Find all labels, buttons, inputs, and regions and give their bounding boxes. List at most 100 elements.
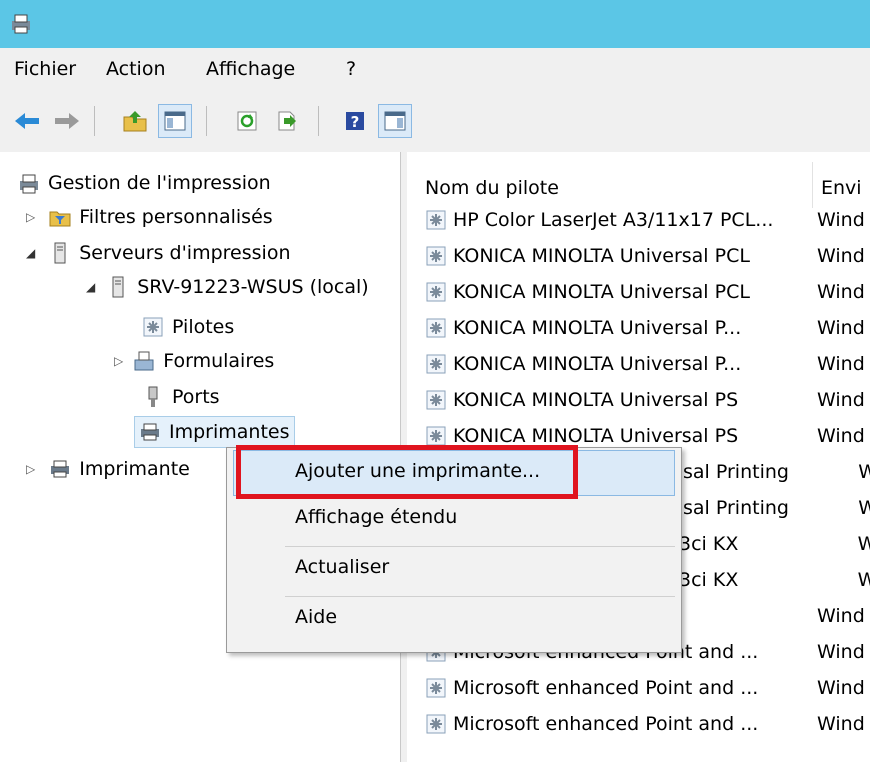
highlight-annotation-box xyxy=(236,445,578,499)
list-item[interactable]: KONICA MINOLTA Universal PCL Wind xyxy=(425,238,870,274)
driver-icon xyxy=(425,317,447,339)
list-item[interactable]: KONICA MINOLTA Universal PS Wind xyxy=(425,382,870,418)
column-header-environment[interactable]: Envi xyxy=(821,170,862,206)
port-icon xyxy=(148,386,158,407)
tree-item-server[interactable]: ◢ SRV-91223-WSUS (local) xyxy=(86,270,369,304)
server-icon xyxy=(54,242,66,264)
environment-cell: Wind xyxy=(817,353,865,375)
tree-label: Formulaires xyxy=(163,350,275,372)
tree-label: Imprimante xyxy=(79,458,190,480)
list-item[interactable]: HP Color LaserJet A3/11x17 PCL... Wind xyxy=(425,202,870,238)
environment-cell: Wind xyxy=(817,641,865,663)
driver-icon xyxy=(425,353,447,375)
print-management-icon xyxy=(20,174,38,194)
menu-separator xyxy=(285,546,675,547)
driver-icon xyxy=(143,317,163,337)
driver-name-text: KONICA MINOLTA Universal PCL xyxy=(453,245,750,267)
driver-name-cell: Microsoft enhanced Point and ... xyxy=(425,713,817,735)
up-folder-icon[interactable] xyxy=(118,104,152,138)
driver-name-text: Microsoft enhanced Point and ... xyxy=(453,713,759,735)
forward-icon[interactable] xyxy=(50,104,84,138)
collapse-arrow-icon[interactable]: ◢ xyxy=(26,246,35,260)
tree-label: Serveurs d'impression xyxy=(79,242,291,264)
driver-name-cell: KONICA MINOLTA Universal PCL xyxy=(425,245,817,267)
export-icon[interactable] xyxy=(270,104,304,138)
toolbar-separator xyxy=(206,106,207,136)
list-item[interactable]: Microsoft enhanced Point and ... Wind xyxy=(425,706,870,742)
environment-cell: Wind xyxy=(858,461,870,483)
list-item[interactable]: KONICA MINOLTA Universal P... Wind xyxy=(425,310,870,346)
driver-name-text: KONICA MINOLTA Universal PS xyxy=(453,389,739,411)
driver-name-text: Microsoft enhanced Point and ... xyxy=(453,677,759,699)
refresh-icon[interactable] xyxy=(230,104,264,138)
menu-separator xyxy=(285,596,675,597)
tree-item-root[interactable]: Gestion de l'impression xyxy=(18,166,271,200)
tree-item-forms[interactable]: ▷ Formulaires xyxy=(114,344,274,378)
menu-item-extended-view[interactable]: Affichage étendu xyxy=(295,506,457,528)
driver-name-text: HP Color LaserJet A3/11x17 PCL... xyxy=(453,209,774,231)
driver-name-text: sal Printing xyxy=(683,497,789,519)
back-icon[interactable] xyxy=(10,104,44,138)
environment-cell: Wind xyxy=(817,677,865,699)
menu-help[interactable]: ? xyxy=(346,58,356,80)
menu-affichage[interactable]: Affichage xyxy=(206,58,295,80)
driver-name-text: 3ci KX xyxy=(679,533,739,555)
collapse-arrow-icon[interactable]: ◢ xyxy=(86,280,95,294)
environment-cell: Wind xyxy=(817,389,865,411)
tree-label: Ports xyxy=(172,386,220,408)
driver-name-cell: KONICA MINOLTA Universal PCL xyxy=(425,281,817,303)
expand-arrow-icon[interactable]: ▷ xyxy=(26,210,35,224)
tree-label: SRV-91223-WSUS (local) xyxy=(137,276,369,298)
printer-icon xyxy=(141,423,159,441)
driver-name-text: 3ci KX xyxy=(679,569,739,591)
title-bar xyxy=(0,0,870,48)
show-tree-icon[interactable] xyxy=(158,104,192,138)
driver-name-text: KONICA MINOLTA Universal P... xyxy=(453,353,742,375)
toolbar-separator xyxy=(318,106,319,136)
driver-name-cell: KONICA MINOLTA Universal PS xyxy=(425,389,817,411)
svg-text:?: ? xyxy=(351,113,360,131)
tree-item-printers[interactable]: Imprimantes xyxy=(134,416,295,448)
environment-cell: Wind xyxy=(817,245,865,267)
menu-item-help[interactable]: Aide xyxy=(295,606,337,628)
list-item[interactable]: KONICA MINOLTA Universal P... Wind xyxy=(425,346,870,382)
menu-fichier[interactable]: Fichier xyxy=(14,58,76,80)
tree-item-filters[interactable]: ▷ Filtres personnalisés xyxy=(26,200,273,234)
menu-item-refresh[interactable]: Actualiser xyxy=(295,556,389,578)
toolbar-separator xyxy=(94,106,95,136)
printer-icon xyxy=(51,460,70,478)
environment-cell: Wind xyxy=(858,497,870,519)
driver-name-text: KONICA MINOLTA Universal PCL xyxy=(453,281,750,303)
environment-cell: Wind xyxy=(817,713,865,735)
tree-item-drivers[interactable]: Pilotes xyxy=(142,310,234,344)
driver-icon xyxy=(425,209,447,231)
driver-icon xyxy=(425,677,447,699)
driver-icon xyxy=(425,425,447,447)
list-item[interactable]: KONICA MINOLTA Universal PCL Wind xyxy=(425,274,870,310)
driver-icon xyxy=(425,713,447,735)
column-header-driver-name[interactable]: Nom du pilote xyxy=(425,170,559,206)
menu-bar: Fichier Action Affichage ? xyxy=(0,48,870,94)
expand-arrow-icon[interactable]: ▷ xyxy=(26,462,35,476)
expand-arrow-icon[interactable]: ▷ xyxy=(114,354,123,368)
help-icon[interactable]: ? xyxy=(338,104,372,138)
driver-icon xyxy=(425,281,447,303)
toolbar: ? xyxy=(0,94,870,153)
tree-item-deployed-printers[interactable]: ▷ Imprimante xyxy=(26,452,190,486)
print-management-app-icon xyxy=(12,14,30,34)
forms-icon xyxy=(134,351,154,371)
driver-name-text: sal Printing xyxy=(683,461,789,483)
driver-name-cell: Microsoft enhanced Point and ... xyxy=(425,677,817,699)
driver-name-text: KONICA MINOLTA Universal PS xyxy=(453,425,739,447)
server-icon xyxy=(112,276,124,298)
environment-cell: Wind xyxy=(857,533,870,555)
driver-name-text: KONICA MINOLTA Universal P... xyxy=(453,317,742,339)
list-item[interactable]: Microsoft enhanced Point and ... Wind xyxy=(425,670,870,706)
tree-item-ports[interactable]: Ports xyxy=(142,380,220,414)
environment-cell: Wind xyxy=(817,425,865,447)
driver-name-cell: KONICA MINOLTA Universal P... xyxy=(425,353,817,375)
tree-item-print-servers[interactable]: ◢ Serveurs d'impression xyxy=(26,236,290,270)
show-action-pane-icon[interactable] xyxy=(378,104,412,138)
driver-name-cell: KONICA MINOLTA Universal PS xyxy=(425,425,817,447)
menu-action[interactable]: Action xyxy=(106,58,166,80)
